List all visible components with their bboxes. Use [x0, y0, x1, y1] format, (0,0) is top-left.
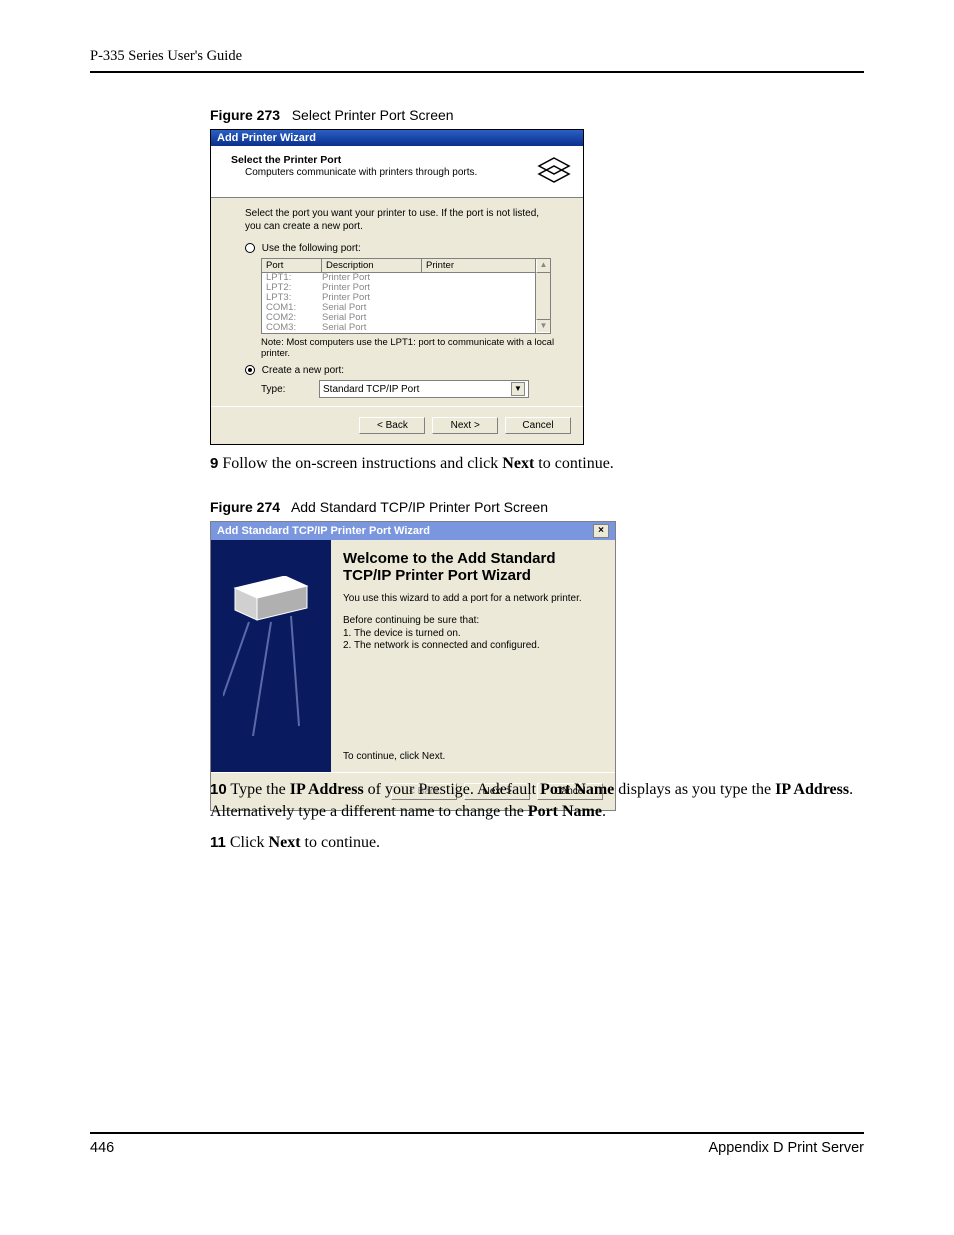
port-list-row[interactable]: COM3:Serial Port	[266, 323, 550, 333]
wizard-intro-text: You use this wizard to add a port for a …	[343, 593, 601, 606]
step-number: 9	[210, 455, 218, 472]
step-11-text: Click Next to continue.	[230, 834, 380, 851]
figure-274-caption: Figure 274 Add Standard TCP/IP Printer P…	[210, 499, 864, 515]
wizard-instruction: Select the port you want your printer to…	[245, 208, 545, 233]
section-name: Appendix D Print Server	[708, 1140, 864, 1156]
scroll-up-icon[interactable]: ▲	[536, 259, 550, 273]
wizard-body: Welcome to the Add Standard TCP/IP Print…	[211, 540, 615, 772]
wizard-step-subtitle: Computers communicate with printers thro…	[245, 167, 571, 178]
step-10-final: 10 Type the IP Address of your Prestige.…	[210, 779, 864, 824]
radio-icon	[245, 365, 255, 375]
window-titlebar[interactable]: Add Printer Wizard	[211, 130, 583, 146]
window-titlebar[interactable]: Add Standard TCP/IP Printer Port Wizard …	[211, 522, 615, 540]
port-list-header: Port Description Printer	[262, 259, 550, 273]
desc-cell: Serial Port	[322, 323, 366, 333]
figure-273-label: Figure 273	[210, 107, 280, 123]
wizard-side-graphic	[211, 540, 331, 772]
port-list-row[interactable]: COM2:Serial Port	[266, 313, 550, 323]
window-title-text: Add Standard TCP/IP Printer Port Wizard	[217, 525, 430, 537]
scrollbar[interactable]: ▲ ▼	[535, 259, 550, 333]
port-type-combo[interactable]: Standard TCP/IP Port ▼	[319, 380, 529, 398]
wizard-button-row: < Back Next > Cancel	[211, 406, 583, 444]
port-list-row[interactable]: LPT3:Printer Port	[266, 293, 550, 303]
wizard-step-title: Select the Printer Port	[231, 154, 571, 166]
port-note: Note: Most computers use the LPT1: port …	[261, 337, 563, 359]
cancel-button[interactable]: Cancel	[505, 417, 571, 434]
type-label: Type:	[261, 384, 319, 395]
port-list[interactable]: Port Description Printer LPT1:Printer Po…	[261, 258, 551, 334]
step-11: 11 Click Next to continue.	[210, 834, 864, 852]
wizard-body: Select the port you want your printer to…	[211, 198, 583, 406]
use-following-port-radio[interactable]: Use the following port:	[245, 243, 563, 254]
add-printer-wizard-window: Add Printer Wizard Select the Printer Po…	[210, 129, 584, 445]
close-button[interactable]: ×	[593, 524, 609, 538]
wizard-main: Welcome to the Add Standard TCP/IP Print…	[331, 540, 615, 772]
page-footer: 446 Appendix D Print Server	[90, 1132, 864, 1156]
radio-label: Use the following port:	[262, 243, 361, 254]
step-text: Follow the on-screen instructions and cl…	[222, 455, 613, 472]
col-port[interactable]: Port	[262, 259, 322, 272]
figure-274-title: Add Standard TCP/IP Printer Port Screen	[291, 499, 548, 515]
step-number: 11	[210, 834, 226, 851]
combo-value: Standard TCP/IP Port	[323, 384, 419, 395]
step-9: 9 Follow the on-screen instructions and …	[210, 455, 864, 473]
scroll-down-icon[interactable]: ▼	[536, 319, 550, 333]
step-10-text: Type the IP Address of your Prestige. A …	[210, 781, 853, 820]
port-list-row[interactable]: COM1:Serial Port	[266, 303, 550, 313]
port-type-row: Type: Standard TCP/IP Port ▼	[261, 380, 563, 398]
port-cell: COM3:	[266, 323, 322, 333]
back-button[interactable]: < Back	[359, 417, 425, 434]
figure-273-title: Select Printer Port Screen	[292, 107, 454, 123]
create-new-port-radio[interactable]: Create a new port:	[245, 365, 563, 376]
next-button[interactable]: Next >	[432, 417, 498, 434]
wizard-continue-text: To continue, click Next.	[343, 751, 445, 762]
radio-label: Create a new port:	[262, 365, 344, 376]
step-number: 10	[210, 781, 227, 798]
col-description[interactable]: Description	[322, 259, 422, 272]
port-list-row[interactable]: LPT2:Printer Port	[266, 283, 550, 293]
printer-icon	[537, 156, 571, 190]
chevron-down-icon[interactable]: ▼	[511, 382, 525, 396]
col-printer[interactable]: Printer	[422, 259, 550, 272]
wizard-prep-list: Before continuing be sure that: 1. The d…	[343, 615, 601, 653]
wizard-welcome-heading: Welcome to the Add Standard TCP/IP Print…	[343, 550, 601, 585]
radio-icon	[245, 243, 255, 253]
page-number: 446	[90, 1140, 114, 1156]
guide-title: P-335 Series User's Guide	[90, 48, 242, 64]
port-list-row[interactable]: LPT1:Printer Port	[266, 273, 550, 283]
wizard-header-band: Select the Printer Port Computers commun…	[211, 146, 583, 198]
port-list-body: LPT1:Printer PortLPT2:Printer PortLPT3:P…	[262, 273, 550, 333]
figure-273-caption: Figure 273 Select Printer Port Screen	[210, 107, 864, 123]
page-header: P-335 Series User's Guide	[90, 48, 864, 73]
tcpip-wizard-window: Add Standard TCP/IP Printer Port Wizard …	[210, 521, 616, 811]
figure-274-label: Figure 274	[210, 499, 280, 515]
window-title-text: Add Printer Wizard	[217, 132, 316, 144]
